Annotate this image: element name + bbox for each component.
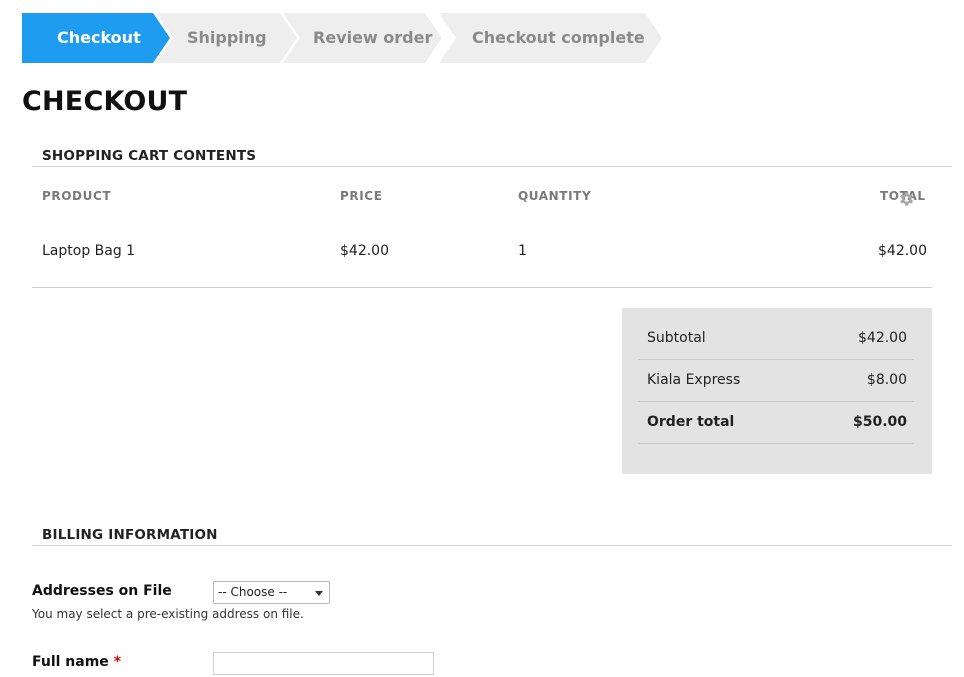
billing-section-legend: BILLING INFORMATION bbox=[42, 527, 218, 543]
subtotal-value: $42.00 bbox=[858, 330, 907, 346]
chevron-down-icon bbox=[315, 591, 323, 596]
cell-product: Laptop Bag 1 bbox=[42, 243, 136, 259]
shipping-value: $8.00 bbox=[866, 372, 907, 388]
addresses-on-file-label: Addresses on File bbox=[32, 583, 172, 599]
step-label: Review order bbox=[313, 28, 433, 47]
column-header-product: PRODUCT bbox=[42, 189, 112, 203]
select-value: -- Choose -- bbox=[218, 585, 288, 599]
order-total-value: $50.00 bbox=[852, 414, 907, 430]
step-label: Checkout complete bbox=[472, 28, 645, 47]
cell-total: $42.00 bbox=[878, 243, 927, 259]
full-name-input[interactable] bbox=[213, 652, 434, 675]
column-header-quantity: QUANTITY bbox=[518, 189, 592, 203]
full-name-label: Full name * bbox=[32, 654, 121, 670]
gear-icon-glyph bbox=[900, 192, 914, 206]
step-label: Checkout bbox=[57, 28, 141, 47]
order-total-label: Order total bbox=[647, 414, 735, 430]
cart-section-legend: SHOPPING CART CONTENTS bbox=[42, 148, 257, 164]
table-bottom-divider bbox=[32, 287, 932, 288]
order-totals-box: Subtotal $42.00 Kiala Express $8.00 Orde… bbox=[622, 308, 932, 474]
totals-divider bbox=[638, 359, 914, 360]
cell-price: $42.00 bbox=[340, 243, 389, 259]
addresses-help-text: You may select a pre-existing address on… bbox=[32, 607, 304, 621]
totals-divider bbox=[638, 443, 914, 444]
column-header-price: PRICE bbox=[340, 189, 383, 203]
required-marker: * bbox=[113, 654, 122, 670]
totals-divider bbox=[638, 401, 914, 402]
page-title: CHECKOUT bbox=[22, 86, 188, 117]
gear-icon[interactable] bbox=[897, 190, 915, 208]
billing-section-divider bbox=[32, 545, 952, 546]
full-name-label-text: Full name bbox=[32, 654, 109, 670]
subtotal-label: Subtotal bbox=[647, 330, 706, 346]
step-label: Shipping bbox=[187, 28, 267, 47]
cart-section-divider bbox=[32, 166, 952, 167]
cell-quantity: 1 bbox=[518, 243, 527, 259]
addresses-on-file-select[interactable]: -- Choose -- bbox=[213, 581, 330, 604]
shipping-label: Kiala Express bbox=[647, 372, 741, 388]
